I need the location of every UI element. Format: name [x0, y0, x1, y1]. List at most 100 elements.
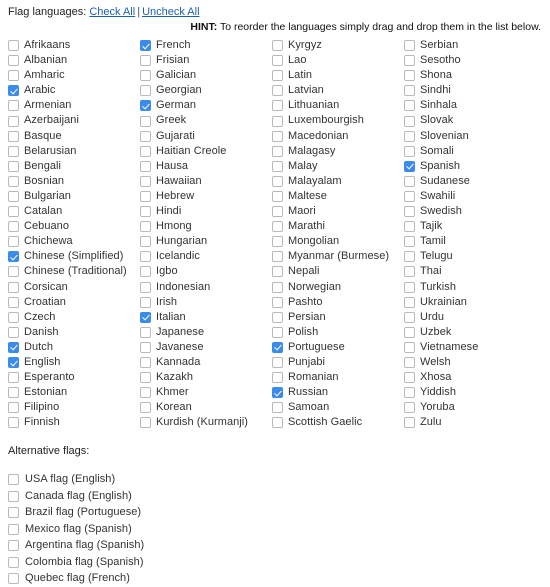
language-option[interactable]: Serbian	[404, 38, 536, 53]
language-option[interactable]: Tajik	[404, 219, 536, 234]
language-option[interactable]: Latin	[272, 68, 404, 83]
checkbox-unchecked-icon[interactable]	[140, 221, 151, 233]
checkbox-unchecked-icon[interactable]	[404, 206, 415, 218]
language-option[interactable]: Kurdish (Kurmanji)	[140, 415, 272, 430]
language-option[interactable]: Latvian	[272, 83, 404, 98]
checkbox-unchecked-icon[interactable]	[140, 115, 151, 127]
checkbox-unchecked-icon[interactable]	[272, 145, 283, 157]
language-option[interactable]: Somali	[404, 144, 536, 159]
language-option[interactable]: Luxembourgish	[272, 113, 404, 128]
checkbox-unchecked-icon[interactable]	[404, 387, 415, 399]
language-option[interactable]: Catalan	[8, 204, 140, 219]
checkbox-unchecked-icon[interactable]	[404, 145, 415, 157]
checkbox-unchecked-icon[interactable]	[8, 190, 19, 202]
checkbox-unchecked-icon[interactable]	[8, 523, 19, 535]
checkbox-checked-icon[interactable]	[272, 341, 283, 353]
checkbox-unchecked-icon[interactable]	[272, 281, 283, 293]
language-option[interactable]: Kannada	[140, 355, 272, 370]
language-option[interactable]: Swahili	[404, 189, 536, 204]
checkbox-checked-icon[interactable]	[140, 100, 151, 112]
language-option[interactable]: Hebrew	[140, 189, 272, 204]
language-option[interactable]: Sindhi	[404, 83, 536, 98]
language-option[interactable]: Corsican	[8, 280, 140, 295]
language-option[interactable]: Arabic	[8, 83, 140, 98]
checkbox-unchecked-icon[interactable]	[8, 115, 19, 127]
language-option[interactable]: French	[140, 38, 272, 53]
language-option[interactable]: Urdu	[404, 310, 536, 325]
language-option[interactable]: German	[140, 98, 272, 113]
language-option[interactable]: Hmong	[140, 219, 272, 234]
checkbox-unchecked-icon[interactable]	[8, 281, 19, 293]
language-option[interactable]: Bengali	[8, 159, 140, 174]
checkbox-unchecked-icon[interactable]	[140, 357, 151, 369]
language-option[interactable]: Lao	[272, 53, 404, 68]
language-option[interactable]: Malayalam	[272, 174, 404, 189]
checkbox-checked-icon[interactable]	[8, 251, 19, 263]
language-option[interactable]: Japanese	[140, 325, 272, 340]
language-option[interactable]: Armenian	[8, 98, 140, 113]
checkbox-unchecked-icon[interactable]	[404, 281, 415, 293]
checkbox-unchecked-icon[interactable]	[404, 417, 415, 429]
language-option[interactable]: Yiddish	[404, 385, 536, 400]
checkbox-unchecked-icon[interactable]	[8, 145, 19, 157]
language-option[interactable]: Indonesian	[140, 280, 272, 295]
language-option[interactable]: Persian	[272, 310, 404, 325]
language-option[interactable]: Frisian	[140, 53, 272, 68]
checkbox-unchecked-icon[interactable]	[8, 266, 19, 278]
language-option[interactable]: Portuguese	[272, 340, 404, 355]
checkbox-unchecked-icon[interactable]	[140, 326, 151, 338]
checkbox-unchecked-icon[interactable]	[140, 402, 151, 414]
language-option[interactable]: Romanian	[272, 370, 404, 385]
language-option[interactable]: Georgian	[140, 83, 272, 98]
checkbox-unchecked-icon[interactable]	[404, 85, 415, 97]
checkbox-unchecked-icon[interactable]	[8, 70, 19, 82]
checkbox-unchecked-icon[interactable]	[8, 236, 19, 248]
language-option[interactable]: Yoruba	[404, 400, 536, 415]
checkbox-unchecked-icon[interactable]	[140, 296, 151, 308]
checkbox-unchecked-icon[interactable]	[272, 160, 283, 172]
checkbox-unchecked-icon[interactable]	[140, 190, 151, 202]
checkbox-unchecked-icon[interactable]	[140, 341, 151, 353]
checkbox-unchecked-icon[interactable]	[404, 100, 415, 112]
checkbox-unchecked-icon[interactable]	[272, 115, 283, 127]
checkbox-unchecked-icon[interactable]	[272, 417, 283, 429]
checkbox-unchecked-icon[interactable]	[8, 55, 19, 67]
language-option[interactable]: Zulu	[404, 415, 536, 430]
language-option[interactable]: Shona	[404, 68, 536, 83]
language-option[interactable]: Azerbaijani	[8, 113, 140, 128]
language-option[interactable]: Danish	[8, 325, 140, 340]
checkbox-unchecked-icon[interactable]	[404, 175, 415, 187]
language-option[interactable]: Filipino	[8, 400, 140, 415]
language-option[interactable]: Czech	[8, 310, 140, 325]
checkbox-unchecked-icon[interactable]	[404, 221, 415, 233]
checkbox-unchecked-icon[interactable]	[272, 175, 283, 187]
checkbox-unchecked-icon[interactable]	[8, 175, 19, 187]
checkbox-unchecked-icon[interactable]	[404, 40, 415, 52]
alternative-flag-option[interactable]: USA flag (English)	[8, 471, 542, 488]
language-option[interactable]: Khmer	[140, 385, 272, 400]
language-option[interactable]: Hausa	[140, 159, 272, 174]
language-option[interactable]: Spanish	[404, 159, 536, 174]
language-option[interactable]: Punjabi	[272, 355, 404, 370]
checkbox-unchecked-icon[interactable]	[8, 40, 19, 52]
checkbox-unchecked-icon[interactable]	[272, 251, 283, 263]
language-option[interactable]: Irish	[140, 295, 272, 310]
language-option[interactable]: Hawaiian	[140, 174, 272, 189]
language-option[interactable]: Ukrainian	[404, 295, 536, 310]
language-option[interactable]: Amharic	[8, 68, 140, 83]
language-option[interactable]: Estonian	[8, 385, 140, 400]
language-option[interactable]: Croatian	[8, 295, 140, 310]
language-option[interactable]: Slovak	[404, 113, 536, 128]
checkbox-unchecked-icon[interactable]	[404, 55, 415, 67]
checkbox-unchecked-icon[interactable]	[404, 115, 415, 127]
checkbox-unchecked-icon[interactable]	[404, 236, 415, 248]
checkbox-unchecked-icon[interactable]	[140, 85, 151, 97]
checkbox-checked-icon[interactable]	[8, 357, 19, 369]
language-option[interactable]: Telugu	[404, 249, 536, 264]
checkbox-unchecked-icon[interactable]	[404, 372, 415, 384]
checkbox-unchecked-icon[interactable]	[8, 296, 19, 308]
checkbox-checked-icon[interactable]	[140, 40, 151, 52]
language-option[interactable]: Mongolian	[272, 234, 404, 249]
language-option[interactable]: Scottish Gaelic	[272, 415, 404, 430]
checkbox-unchecked-icon[interactable]	[404, 326, 415, 338]
